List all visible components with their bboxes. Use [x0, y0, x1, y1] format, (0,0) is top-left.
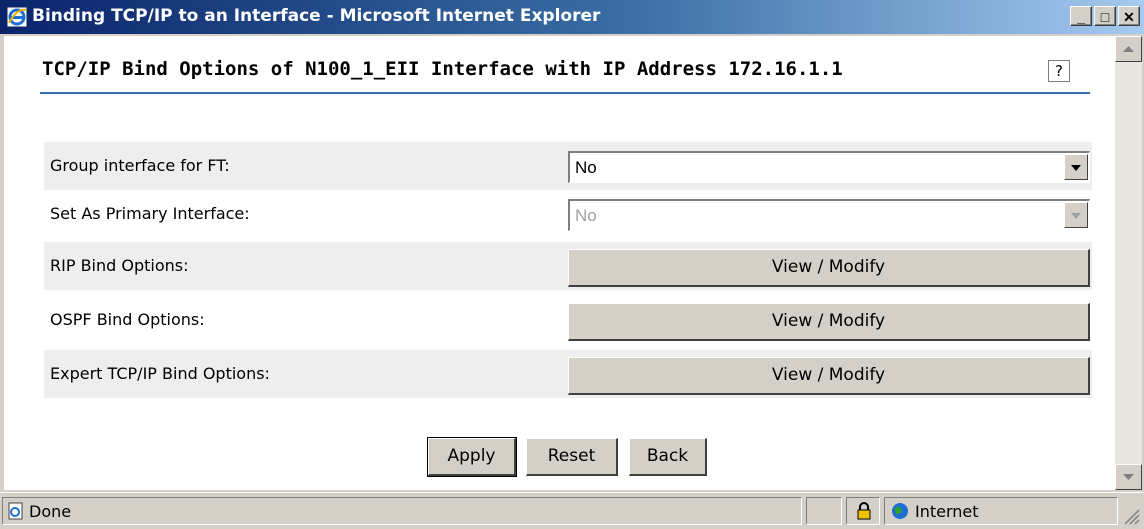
expert-bind-label: Expert TCP/IP Bind Options: — [50, 364, 270, 383]
status-bar: Done Internet — [0, 492, 1144, 529]
row-rip-bind: RIP Bind Options: View / Modify — [44, 242, 1092, 290]
scroll-up-button[interactable] — [1115, 36, 1142, 62]
ie-logo-icon — [6, 6, 28, 28]
group-interface-select[interactable]: No — [568, 151, 1090, 183]
back-button[interactable]: Back — [629, 438, 707, 476]
zone-text: Internet — [915, 502, 979, 521]
status-panel-zone: Internet — [884, 497, 1118, 525]
globe-icon — [892, 503, 908, 519]
dropdown-arrow-icon — [1064, 202, 1088, 228]
row-ospf-bind: OSPF Bind Options: View / Modify — [44, 296, 1092, 344]
expert-view-modify-button[interactable]: View / Modify — [568, 357, 1090, 395]
minimize-button[interactable]: _ — [1070, 6, 1092, 26]
scroll-up-icon — [1123, 46, 1134, 52]
reset-button[interactable]: Reset — [526, 438, 618, 476]
status-panel-main: Done — [2, 497, 802, 525]
status-panel-empty — [806, 497, 842, 525]
primary-interface-select: No — [568, 199, 1090, 231]
maximize-button[interactable]: □ — [1094, 6, 1116, 26]
window-title: Binding TCP/IP to an Interface - Microso… — [32, 6, 601, 26]
resize-grip-icon[interactable] — [1122, 507, 1140, 525]
title-bar[interactable]: Binding TCP/IP to an Interface - Microso… — [0, 0, 1144, 34]
help-icon[interactable]: ? — [1048, 60, 1070, 82]
dropdown-arrow-icon[interactable] — [1064, 154, 1088, 180]
heading-divider — [40, 92, 1090, 94]
page-icon — [8, 502, 23, 520]
row-group-interface: Group interface for FT: No — [44, 142, 1092, 190]
row-primary-interface: Set As Primary Interface: No — [44, 190, 1092, 238]
group-interface-label: Group interface for FT: — [50, 156, 230, 175]
browser-window: Binding TCP/IP to an Interface - Microso… — [0, 0, 1144, 529]
rip-bind-label: RIP Bind Options: — [50, 256, 189, 275]
row-expert-bind: Expert TCP/IP Bind Options: View / Modif… — [44, 350, 1092, 398]
rip-view-modify-button[interactable]: View / Modify — [568, 249, 1090, 287]
primary-interface-label: Set As Primary Interface: — [50, 204, 250, 223]
close-button[interactable]: ✕ — [1118, 6, 1140, 26]
vertical-scrollbar[interactable] — [1115, 36, 1142, 490]
primary-interface-value: No — [575, 206, 597, 225]
scroll-down-icon — [1123, 474, 1134, 480]
page-title: TCP/IP Bind Options of N100_1_EII Interf… — [42, 58, 843, 80]
ospf-bind-label: OSPF Bind Options: — [50, 310, 205, 329]
lock-icon — [857, 502, 871, 520]
status-text: Done — [29, 502, 72, 521]
scroll-down-button[interactable] — [1115, 464, 1142, 490]
group-interface-value: No — [575, 158, 597, 177]
ospf-view-modify-button[interactable]: View / Modify — [568, 303, 1090, 341]
page-content: TCP/IP Bind Options of N100_1_EII Interf… — [4, 36, 1115, 490]
apply-button[interactable]: Apply — [427, 437, 517, 477]
status-panel-lock — [846, 497, 880, 525]
